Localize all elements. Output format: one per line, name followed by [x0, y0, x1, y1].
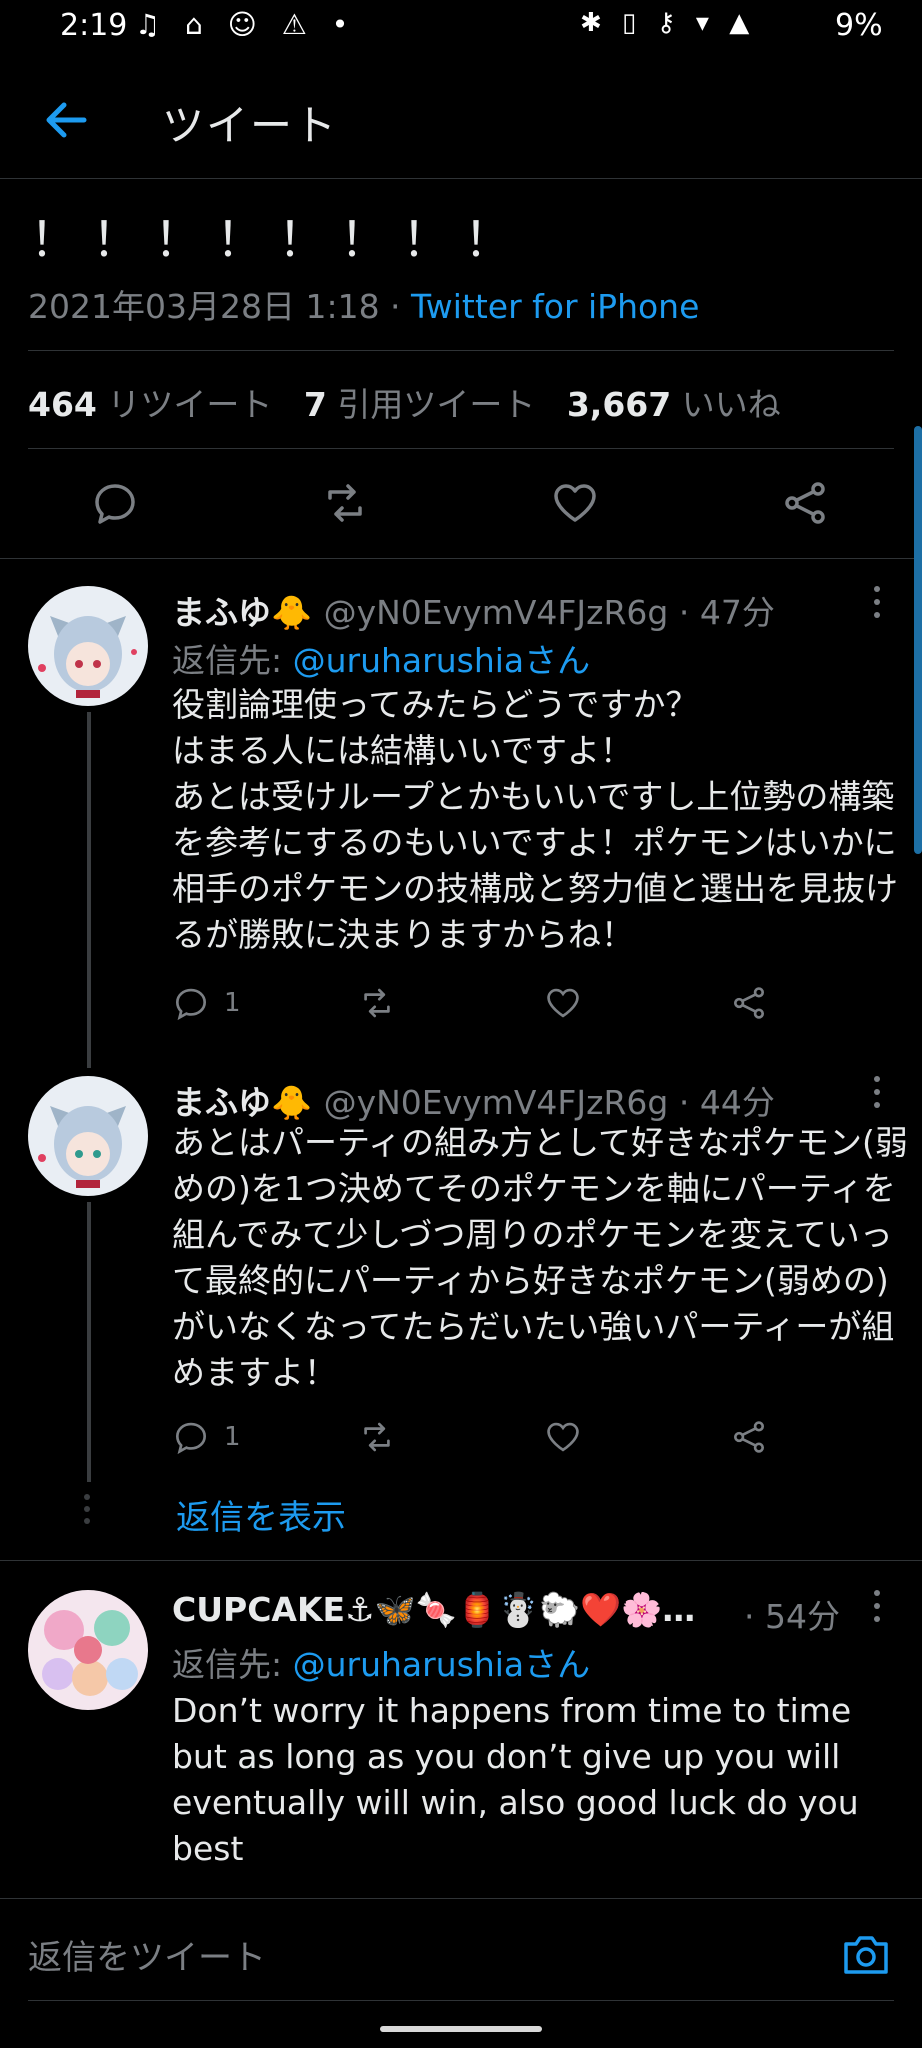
like-heart-icon[interactable]: [550, 478, 600, 528]
reply-to-user-link[interactable]: @uruharushiaさん: [293, 641, 591, 680]
more-options-icon[interactable]: [872, 1590, 882, 1630]
reply-to-user-link[interactable]: @uruharushiaさん: [293, 1645, 591, 1684]
tweet-date: 2021年03月28日 1:18: [28, 287, 380, 326]
top-app-bar: ツイート: [0, 60, 922, 179]
thread-line: [87, 1202, 91, 1482]
reply-text: あとはパーティの組み方として好きなポケモン(弱めの)を1つ決めてそのポケモンを軸…: [172, 1123, 908, 1392]
notification-icons: ♫ ⌂ ☺ ⚠ •: [135, 8, 357, 41]
reply-author[interactable]: CUPCAKE⚓🦋🍬🏮☃️🐑❤️🌸…: [172, 1590, 695, 1630]
divider: [0, 558, 922, 559]
divider: [0, 1898, 922, 1899]
avatar[interactable]: [28, 1076, 148, 1196]
back-arrow-icon[interactable]: [36, 90, 96, 150]
more-options-icon[interactable]: [872, 1076, 882, 1116]
reply-time: 47分: [699, 593, 775, 632]
reply-author[interactable]: まふゆ🐥 @yN0EvymV4FJzR6g · 44分: [172, 1076, 775, 1124]
tweet-text: ！！！！！！！！: [30, 212, 527, 268]
reply-button[interactable]: 1: [172, 1418, 241, 1456]
scrollbar[interactable]: [914, 426, 922, 854]
likes-stat[interactable]: 3,667 いいね: [567, 385, 781, 424]
status-time: 2:19: [60, 8, 128, 43]
system-icons: ✱ ▯ ⚷ ▾ ▲: [580, 8, 756, 38]
meta-separator: ·: [379, 287, 412, 326]
page-title: ツイート: [162, 101, 339, 150]
reply-count: 1: [224, 988, 241, 1018]
reply-icon[interactable]: [90, 478, 140, 528]
retweet-icon[interactable]: [320, 478, 370, 528]
reply-action-bar: 1: [172, 1418, 912, 1462]
reply-count: 1: [224, 1422, 241, 1452]
tweet-meta: 2021年03月28日 1:18 · Twitter for iPhone: [28, 280, 699, 328]
share-icon[interactable]: [780, 478, 830, 528]
reply-time: 44分: [699, 1083, 775, 1122]
thread-line: [87, 712, 91, 1068]
quotes-stat[interactable]: 7 引用ツイート: [304, 385, 535, 424]
avatar[interactable]: [28, 1590, 148, 1710]
divider: [28, 350, 894, 351]
home-indicator[interactable]: [380, 2026, 542, 2032]
reply-text: 役割論理使ってみたらどうですか？ はまる人には結構いいですよ！ あとは受けループ…: [172, 685, 898, 954]
tweet-action-bar: [0, 468, 922, 538]
status-bar: 2:19 ♫ ⌂ ☺ ⚠ • ✱ ▯ ⚷ ▾ ▲ 9%: [0, 0, 922, 60]
reply-action-bar: 1: [172, 984, 912, 1028]
show-replies-link[interactable]: 返信を表示: [176, 1490, 346, 1539]
retweet-icon[interactable]: [358, 1418, 396, 1456]
reply-text: Don’t worry it happens from time to time…: [172, 1691, 859, 1868]
more-options-icon[interactable]: [872, 586, 882, 626]
tweet-stats: 464 リツイート 7 引用ツイート 3,667 いいね: [28, 378, 781, 426]
compose-underline: [28, 2000, 894, 2001]
retweet-icon[interactable]: [358, 984, 396, 1022]
reply-author[interactable]: まふゆ🐥 @yN0EvymV4FJzR6g · 47分: [172, 586, 775, 634]
tweet-source-link[interactable]: Twitter for iPhone: [411, 287, 699, 326]
retweets-stat[interactable]: 464 リツイート: [28, 385, 272, 424]
share-icon[interactable]: [730, 984, 768, 1022]
battery-level: 9%: [835, 8, 883, 43]
reply-button[interactable]: 1: [172, 984, 241, 1022]
reply-time: · 54分: [744, 1597, 840, 1636]
divider: [0, 1560, 922, 1561]
like-heart-icon[interactable]: [544, 1418, 582, 1456]
camera-icon[interactable]: [840, 1928, 892, 1980]
divider: [28, 448, 894, 449]
thread-continuation-dots: [84, 1494, 90, 1530]
avatar[interactable]: [28, 586, 148, 706]
share-icon[interactable]: [730, 1418, 768, 1456]
reply-to: 返信先: @uruharushiaさん: [172, 641, 591, 680]
reply-compose-input[interactable]: 返信をツイート: [28, 1930, 266, 1979]
like-heart-icon[interactable]: [544, 984, 582, 1022]
reply-to: 返信先: @uruharushiaさん: [172, 1645, 591, 1684]
